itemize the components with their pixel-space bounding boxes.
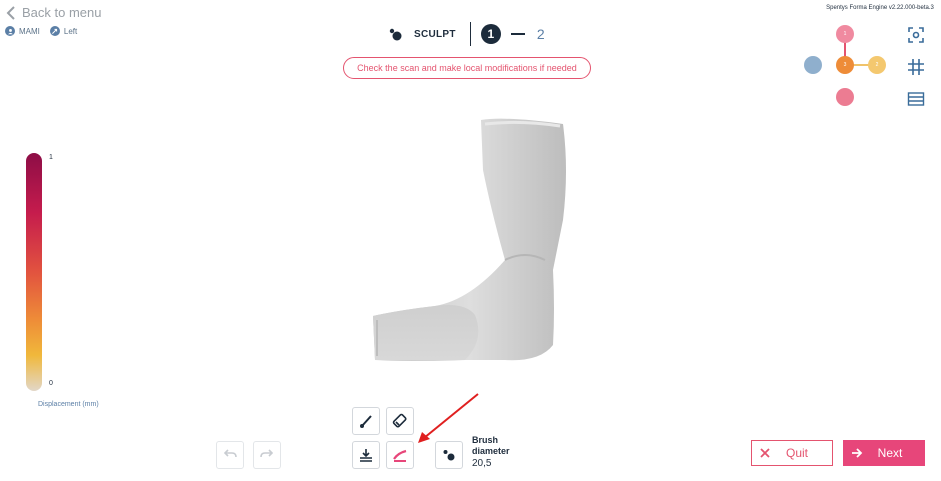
- undo-icon: [223, 449, 237, 458]
- back-to-menu-link[interactable]: Back to menu: [6, 5, 102, 20]
- colorbar-max-label: 1: [49, 154, 53, 161]
- undo-button[interactable]: [216, 441, 244, 469]
- next-button[interactable]: Next: [843, 440, 925, 466]
- flatten-icon: [360, 449, 372, 462]
- orientation-widget[interactable]: 1 3 2: [800, 22, 890, 112]
- smooth-icon: [393, 449, 407, 462]
- quit-button[interactable]: Quit: [751, 440, 833, 466]
- version-label: Spentys Forma Engine v2.22.000-beta.3: [826, 5, 934, 11]
- next-label: Next: [877, 446, 903, 460]
- patient-name-text: MAMI: [19, 26, 40, 36]
- grid-icon[interactable]: [907, 58, 925, 76]
- close-icon: [760, 448, 770, 458]
- redo-icon: [260, 449, 274, 458]
- step-title: SCULPT: [414, 28, 456, 40]
- orient-node-left[interactable]: [804, 56, 822, 74]
- brush-diameter-value: 20,5: [472, 458, 492, 469]
- displacement-color-bar: [26, 153, 42, 391]
- step-1-indicator[interactable]: 1: [480, 24, 501, 44]
- colorbar-min-label: 0: [49, 380, 53, 387]
- flatten-tool-button[interactable]: [352, 441, 380, 469]
- side-icon: [49, 26, 60, 36]
- orient-node-right[interactable]: 2: [868, 56, 886, 74]
- step-header: SCULPT 1 2: [388, 22, 545, 46]
- orient-node-bottom[interactable]: [836, 88, 854, 106]
- brush-icon: [360, 415, 372, 428]
- orient-node-top[interactable]: 1: [836, 25, 854, 43]
- arrow-right-icon: [852, 448, 863, 458]
- brush-diameter-button[interactable]: [435, 441, 463, 469]
- sculpt-icon: [389, 28, 402, 41]
- leg-scan-model[interactable]: [355, 110, 585, 370]
- redo-button[interactable]: [253, 441, 281, 469]
- instruction-hint: Check the scan and make local modificati…: [343, 57, 591, 79]
- patient-icon: [5, 26, 15, 36]
- patient-meta: MAMI Left: [5, 26, 77, 36]
- step-2-indicator[interactable]: 2: [537, 26, 545, 42]
- patient-side: Left: [49, 26, 78, 36]
- focus-view-icon[interactable]: [907, 26, 925, 44]
- colorbar-title: Displacement (mm): [38, 401, 99, 408]
- brush-diameter-icon: [443, 450, 455, 461]
- patient-name: MAMI: [5, 26, 40, 36]
- smooth-tool-button[interactable]: [386, 441, 414, 469]
- chevron-left-icon: [6, 5, 15, 20]
- patient-side-text: Left: [63, 26, 78, 36]
- annotation-arrow: [418, 393, 479, 443]
- eraser-icon: [392, 413, 407, 428]
- step-connector: [510, 33, 525, 35]
- quit-label: Quit: [785, 446, 808, 460]
- header-divider: [469, 22, 471, 46]
- brush-tool-button[interactable]: [352, 407, 380, 435]
- orient-node-center[interactable]: 3: [836, 56, 854, 74]
- layers-icon[interactable]: [907, 90, 925, 108]
- back-label: Back to menu: [22, 5, 102, 20]
